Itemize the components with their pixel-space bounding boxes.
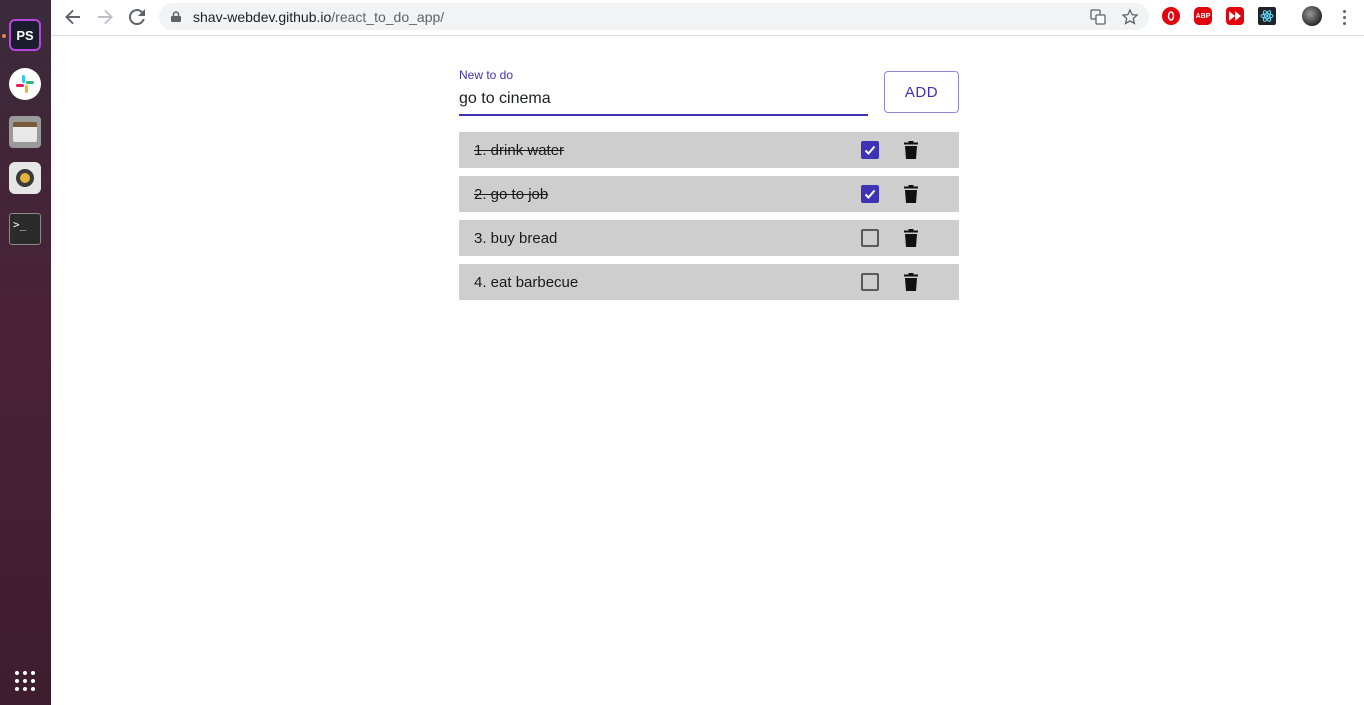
url-text[interactable]: shav-webdev.github.io/react_to_do_app/ <box>193 9 444 25</box>
rhythmbox-icon[interactable] <box>9 162 41 194</box>
show-applications-icon[interactable] <box>9 665 41 697</box>
adblock-plus-extension-icon[interactable]: ABP <box>1194 7 1212 25</box>
opera-glyph <box>1167 11 1175 21</box>
delete-trash-icon[interactable] <box>904 229 918 247</box>
todo-list: 1. drink water 2. go to job 3. buy bread… <box>459 132 959 308</box>
new-todo-input[interactable] <box>459 88 868 116</box>
terminal-icon[interactable]: >_ <box>9 213 41 245</box>
profile-avatar[interactable] <box>1302 6 1322 26</box>
phpstorm-icon[interactable]: PS <box>9 19 41 51</box>
react-glyph <box>1260 10 1274 22</box>
todo-item: 3. buy bread <box>459 220 959 256</box>
reload-button[interactable] <box>125 5 149 29</box>
lock-icon <box>171 11 181 22</box>
add-button[interactable]: ADD <box>884 71 959 113</box>
new-todo-field: New to do <box>459 60 868 116</box>
new-todo-label: New to do <box>459 68 514 82</box>
forward-button[interactable] <box>93 5 117 29</box>
todo-item-text: 4. eat barbecue <box>474 274 579 291</box>
todo-item-text: 1. drink water <box>474 142 565 159</box>
star-glyph <box>1122 9 1138 25</box>
delete-trash-icon[interactable] <box>904 141 918 159</box>
todo-item: 1. drink water <box>459 132 959 168</box>
reload-icon <box>129 9 145 25</box>
url-path: /react_to_do_app/ <box>331 9 445 25</box>
translate-icon[interactable] <box>1088 7 1108 27</box>
address-bar[interactable]: shav-webdev.github.io/react_to_do_app/ <box>159 3 1149 30</box>
files-drawer-shape <box>13 122 37 142</box>
fast-forward-extension-icon[interactable] <box>1226 7 1244 25</box>
apps-grid <box>15 671 35 691</box>
todo-item: 2. go to job <box>459 176 959 212</box>
fast-forward-glyph <box>1229 11 1241 21</box>
ubuntu-dock: PS >_ <box>0 0 51 705</box>
todo-item-text: 2. go to job <box>474 186 549 203</box>
browser-toolbar: shav-webdev.github.io/react_to_do_app/ A… <box>51 0 1364 36</box>
back-arrow-icon <box>65 9 80 25</box>
delete-trash-icon[interactable] <box>904 185 918 203</box>
delete-trash-icon[interactable] <box>904 273 918 291</box>
running-indicator <box>2 34 6 38</box>
checkmark-icon <box>864 189 876 199</box>
slack-icon[interactable] <box>9 68 41 100</box>
terminal-label: >_ <box>13 218 27 231</box>
files-icon[interactable] <box>9 116 41 148</box>
todo-item-checkbox[interactable] <box>861 273 879 291</box>
opera-vpn-extension-icon[interactable] <box>1162 7 1180 25</box>
todo-item-checkbox[interactable] <box>861 229 879 247</box>
speaker-shape <box>16 169 34 187</box>
url-host: shav-webdev.github.io <box>193 9 332 25</box>
phpstorm-label: PS <box>16 27 34 43</box>
browser-menu-button[interactable] <box>1336 6 1352 28</box>
translate-glyph <box>1090 9 1106 25</box>
todo-item-checkbox[interactable] <box>861 185 879 203</box>
todo-item: 4. eat barbecue <box>459 264 959 300</box>
forward-arrow-icon <box>98 9 113 25</box>
checkmark-icon <box>864 145 876 155</box>
bookmark-star-icon[interactable] <box>1120 7 1140 27</box>
todo-item-text: 3. buy bread <box>474 230 558 247</box>
slack-logo <box>16 75 34 93</box>
react-devtools-extension-icon[interactable] <box>1258 7 1276 25</box>
back-button[interactable] <box>61 5 85 29</box>
todo-item-checkbox[interactable] <box>861 141 879 159</box>
